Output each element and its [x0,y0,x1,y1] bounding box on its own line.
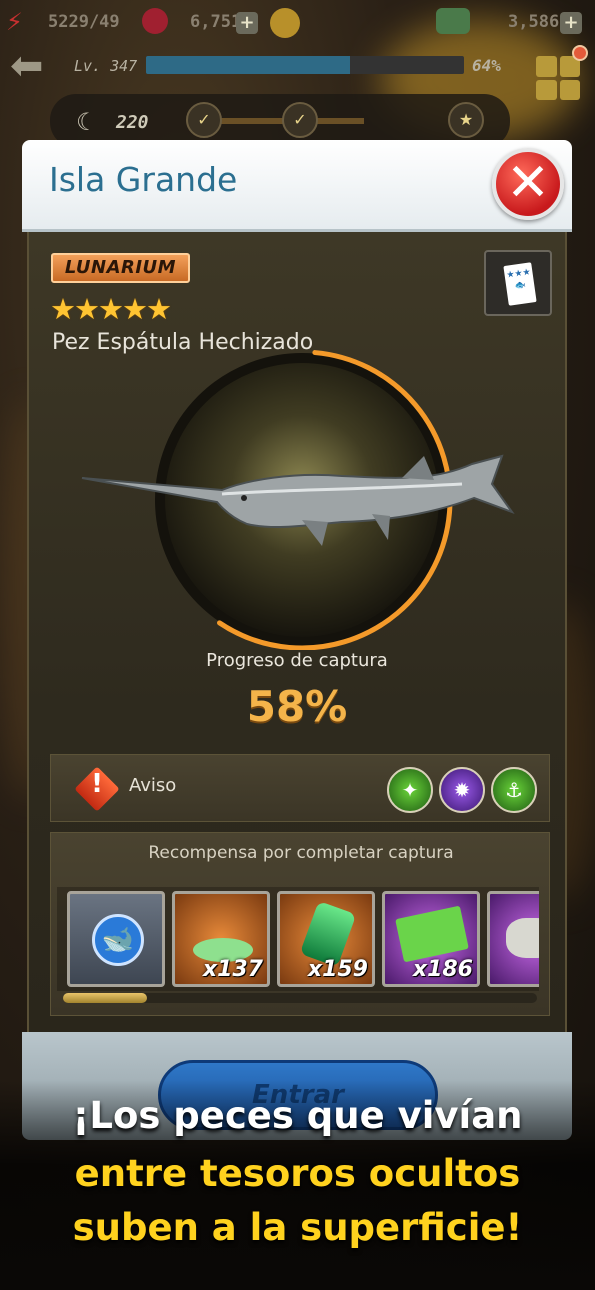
reward-qty: x137 [202,957,263,982]
ticket-icon [395,905,469,963]
fish-card-button[interactable]: ★★★ 🐟 [484,250,552,316]
moon-count: 220 [116,112,149,133]
cash-value: 3,586 [508,12,560,32]
milestone-star-icon[interactable]: ★ [448,102,484,138]
modal-title: Isla Grande [49,160,238,199]
reward-item[interactable]: x [487,891,539,987]
reward-title: Recompensa por completar captura [148,843,454,863]
promo-line-2: entre tesoros ocultos [74,1152,521,1195]
top-hud: ⚡ 5229/49 6,751 + 3,586 + [0,0,595,48]
fish-card-icon: ★★★ 🐟 [503,262,537,306]
fish-detail-modal: Isla Grande ✕ LUNARIUM ★★★★★ Pez Espátul… [22,140,572,1140]
promo-line-3: suben a la superficie! [72,1206,523,1249]
reward-item[interactable]: x159 [277,891,375,987]
warning-exclamation-icon: ! [91,769,103,799]
capture-progress-value: 58% [246,682,348,731]
xp-bar-fill [146,56,350,74]
capture-progress-label: Progreso de captura [206,650,388,671]
reward-scrollbar[interactable] [63,993,537,1003]
skill-lure-icon[interactable]: ✦ [387,767,433,813]
promo-line-1: ¡Los peces que vivían [72,1094,523,1137]
xp-percent: 64% [472,56,501,75]
cash-icon [436,8,470,34]
reward-qty: x159 [307,957,368,982]
warning-row[interactable]: ! Aviso ✦ ✹ ⚓ [50,754,550,822]
fossil-icon [506,918,539,958]
reward-panel: Recompensa por completar captura 🐋 x137 … [50,832,550,1016]
reward-item[interactable]: x137 [172,891,270,987]
reward-list[interactable]: 🐋 x137 x159 x186 x [57,887,539,991]
paddlefish-image [81,454,515,546]
milestone-check-icon[interactable]: ✓ [186,102,222,138]
reward-item[interactable]: x186 [382,891,480,987]
reward-item[interactable]: 🐋 [67,891,165,987]
energy-value: 5229/49 [48,12,120,32]
gems-value: 6,751 [190,12,242,32]
milestone-check-icon[interactable]: ✓ [282,102,318,138]
close-icon: ✕ [506,153,550,213]
warning-label: Aviso [129,775,177,796]
add-gems-button[interactable]: + [236,12,258,34]
xp-bar [146,56,464,74]
back-arrow-icon[interactable]: ⬅ [10,46,60,86]
skill-hook-icon[interactable]: ⚓ [491,767,537,813]
red-gem-icon [142,8,168,34]
player-level: Lv. 347 [74,57,138,75]
notification-badge [572,45,588,61]
skill-beast-icon[interactable]: ✹ [439,767,485,813]
modal-header: Isla Grande ✕ [22,140,572,232]
rarity-badge: LUNARIUM [51,253,190,283]
gold-coins-icon [270,8,300,38]
star-rating: ★★★★★ [50,292,172,326]
fish-skill-icon: 🐋 [92,914,144,966]
add-cash-button[interactable]: + [560,12,582,34]
close-button[interactable]: ✕ [492,148,564,220]
reward-qty: x186 [412,957,473,982]
moon-icon: ☾ [76,108,98,136]
energy-icon: ⚡ [6,8,23,36]
reward-scrollbar-thumb[interactable] [63,993,147,1003]
